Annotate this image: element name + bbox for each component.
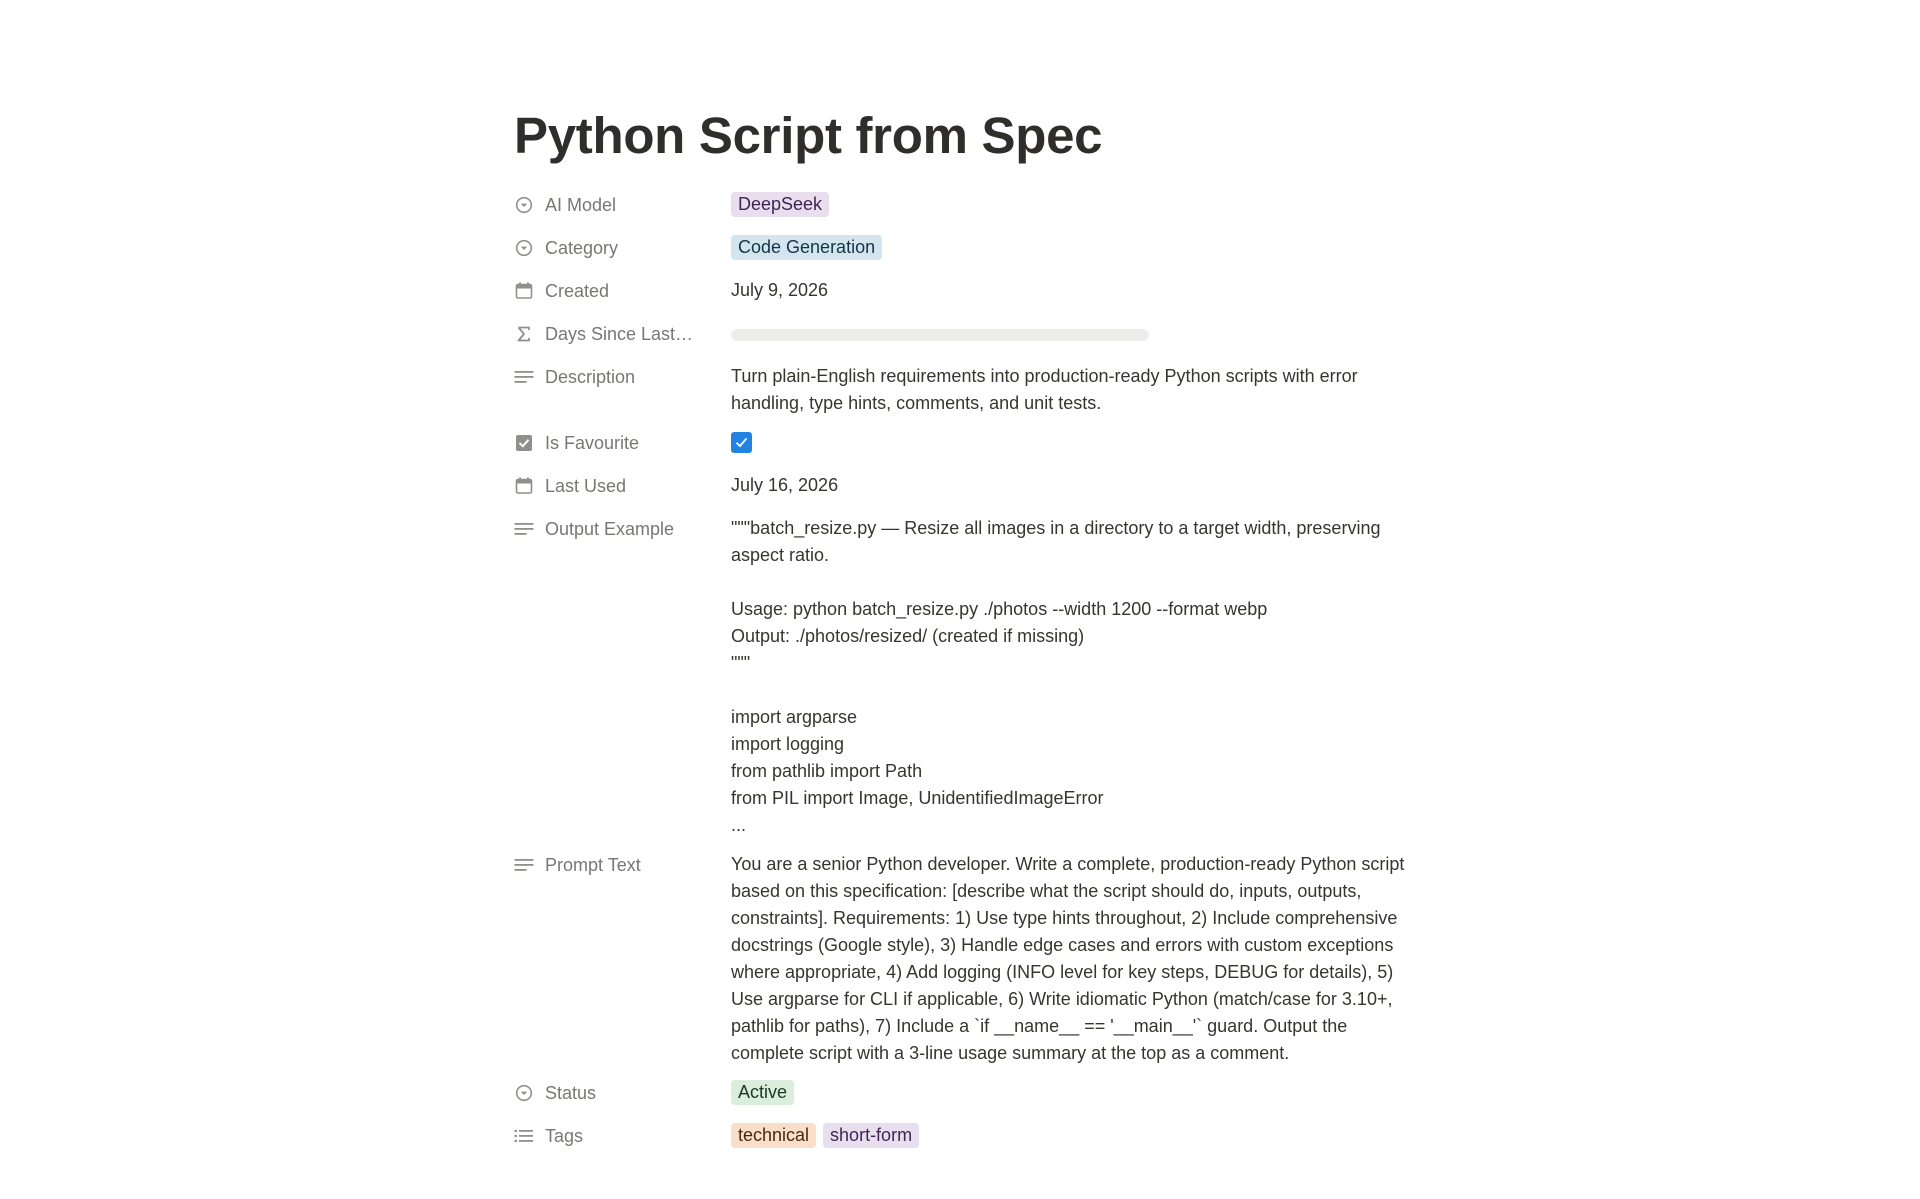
formula-progress-bar: [731, 329, 1149, 341]
calendar-icon: [514, 281, 534, 301]
property-category: Category Code Generation: [514, 231, 1414, 265]
property-label-text: Created: [545, 280, 610, 301]
property-label-text: Prompt Text: [545, 854, 641, 875]
property-label-tags[interactable]: Tags: [514, 1119, 731, 1153]
status-tag[interactable]: Active: [731, 1080, 795, 1105]
property-output-example: Output Example """batch_resize.py — Resi…: [514, 512, 1414, 839]
property-label-text: Category: [545, 237, 619, 258]
page-title[interactable]: Python Script from Spec: [514, 106, 1103, 165]
property-value-ai-model[interactable]: DeepSeek: [731, 188, 1414, 222]
property-value-tags[interactable]: technical short-form: [731, 1119, 1414, 1153]
property-label-text: Tags: [545, 1125, 584, 1146]
property-label-days-since-last[interactable]: Days Since Last…: [514, 317, 731, 351]
property-last-used: Last Used July 16, 2026: [514, 469, 1414, 503]
property-label-prompt-text[interactable]: Prompt Text: [514, 848, 731, 882]
property-value-is-favourite: [731, 426, 1414, 460]
status-icon: [514, 1083, 534, 1103]
tag-technical[interactable]: technical: [731, 1123, 817, 1148]
property-label-text: Is Favourite: [545, 432, 640, 453]
property-status: Status Active: [514, 1076, 1414, 1110]
property-value-description[interactable]: Turn plain-English requirements into pro…: [731, 360, 1414, 417]
property-label-created[interactable]: Created: [514, 274, 731, 308]
checkmark-icon: [735, 437, 748, 448]
select-tag-ai-model[interactable]: DeepSeek: [731, 192, 830, 217]
property-created: Created July 9, 2026: [514, 274, 1414, 308]
property-label-ai-model[interactable]: AI Model: [514, 188, 731, 222]
property-ai-model: AI Model DeepSeek: [514, 188, 1414, 222]
select-icon: [514, 195, 534, 215]
property-is-favourite: Is Favourite: [514, 426, 1414, 460]
property-label-text: Days Since Last…: [545, 323, 694, 344]
property-prompt-text: Prompt Text You are a senior Python deve…: [514, 848, 1414, 1067]
property-value-category[interactable]: Code Generation: [731, 231, 1414, 265]
property-label-text: Last Used: [545, 475, 627, 496]
property-label-text: Description: [545, 366, 636, 387]
select-tag-category[interactable]: Code Generation: [731, 235, 883, 260]
text-icon: [514, 519, 534, 539]
notion-page: Python Script from Spec AI Model DeepSee…: [0, 0, 1920, 1199]
property-description: Description Turn plain-English requireme…: [514, 360, 1414, 417]
tag-short-form[interactable]: short-form: [823, 1123, 920, 1148]
property-value-created[interactable]: July 9, 2026: [731, 274, 1414, 308]
property-label-output-example[interactable]: Output Example: [514, 512, 731, 546]
properties-list: AI Model DeepSeek Category Code Generati…: [514, 188, 1414, 1162]
property-days-since-last: Days Since Last…: [514, 317, 1414, 351]
property-value-output-example[interactable]: """batch_resize.py — Resize all images i…: [731, 512, 1414, 839]
text-icon: [514, 367, 534, 387]
property-label-last-used[interactable]: Last Used: [514, 469, 731, 503]
property-value-days-since-last[interactable]: [731, 317, 1414, 351]
property-label-text: Output Example: [545, 518, 675, 539]
text-icon: [514, 855, 534, 875]
list-icon: [514, 1126, 534, 1146]
sigma-icon: [514, 324, 534, 344]
property-label-category[interactable]: Category: [514, 231, 731, 265]
property-value-status[interactable]: Active: [731, 1076, 1414, 1110]
property-label-is-favourite[interactable]: Is Favourite: [514, 426, 731, 460]
property-value-prompt-text[interactable]: You are a senior Python developer. Write…: [731, 848, 1414, 1067]
property-label-description[interactable]: Description: [514, 360, 731, 394]
property-label-text: Status: [545, 1082, 597, 1103]
property-label-status[interactable]: Status: [514, 1076, 731, 1110]
property-value-last-used[interactable]: July 16, 2026: [731, 469, 1414, 503]
select-icon: [514, 238, 534, 258]
checkbox-icon: [514, 433, 534, 453]
favourite-checkbox[interactable]: [731, 432, 752, 453]
calendar-icon: [514, 476, 534, 496]
property-tags: Tags technical short-form: [514, 1119, 1414, 1153]
property-label-text: AI Model: [545, 194, 617, 215]
